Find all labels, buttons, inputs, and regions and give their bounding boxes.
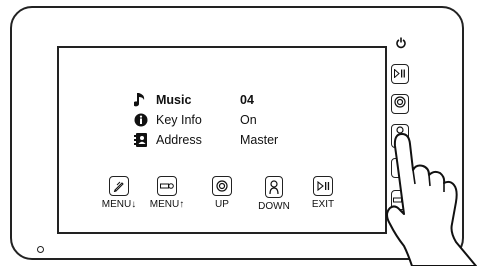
- menu-item-value: On: [240, 113, 257, 127]
- up-button[interactable]: UP: [194, 176, 250, 210]
- menu-down-label: MENU↓: [101, 199, 137, 210]
- intercom-icon: [394, 95, 406, 113]
- up-label: UP: [215, 199, 229, 210]
- menu-up-label: MENU↑: [149, 199, 185, 210]
- menu-item-value: Master: [240, 133, 279, 147]
- pointing-hand-icon: [386, 133, 477, 266]
- menu-item-label: Key Info: [156, 113, 202, 127]
- address-book-icon: [132, 131, 150, 149]
- key-icon: [157, 176, 177, 196]
- menu-item-label: Address: [156, 133, 202, 147]
- intercom-icon: [212, 176, 232, 196]
- door-person-icon: [265, 176, 283, 198]
- exit-label: EXIT: [311, 199, 335, 210]
- menu-item-value: 04: [240, 93, 254, 107]
- play-pause-icon: [394, 65, 406, 83]
- menu-up-button[interactable]: MENU↑: [139, 176, 195, 210]
- down-button[interactable]: DOWN: [246, 176, 302, 212]
- menu-item-label: Music: [156, 93, 192, 107]
- down-label: DOWN: [258, 201, 290, 212]
- music-note-icon: [132, 91, 150, 109]
- menu-item-key-info[interactable]: Key Info On: [132, 110, 300, 130]
- settings-pen-icon: [109, 176, 129, 196]
- status-led: [37, 246, 44, 253]
- menu-item-address[interactable]: Address Master: [132, 130, 300, 150]
- info-icon: [132, 111, 150, 129]
- side-exit-button[interactable]: [391, 64, 409, 84]
- exit-button[interactable]: EXIT: [295, 176, 351, 210]
- menu-item-music[interactable]: Music 04: [132, 90, 300, 110]
- side-up-button[interactable]: [391, 94, 409, 114]
- play-pause-icon: [313, 176, 333, 196]
- power-icon[interactable]: [396, 36, 406, 49]
- display-screen: Music 04 Key Info On Address Master MENU…: [57, 46, 387, 234]
